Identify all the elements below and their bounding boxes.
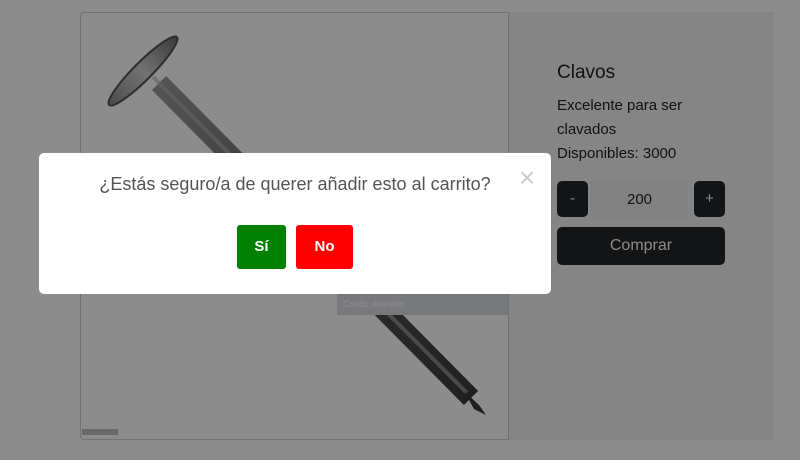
no-button[interactable]: No bbox=[296, 225, 353, 269]
close-icon[interactable]: × bbox=[514, 164, 540, 192]
confirm-question: ¿Estás seguro/a de querer añadir esto al… bbox=[99, 174, 491, 194]
yes-button[interactable]: Sí bbox=[237, 225, 286, 269]
confirm-dialog: ¿Estás seguro/a de querer añadir esto al… bbox=[39, 153, 551, 294]
